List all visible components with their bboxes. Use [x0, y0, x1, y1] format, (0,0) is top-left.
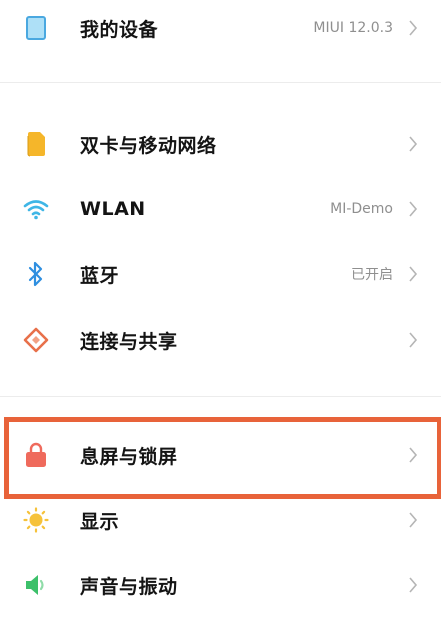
settings-item-bluetooth[interactable]: 蓝牙 已开启	[0, 246, 441, 302]
sim-card-icon	[22, 130, 50, 158]
chevron-right-icon	[405, 134, 421, 154]
settings-item-lock-screen[interactable]: 息屏与锁屏	[0, 427, 441, 483]
section-divider	[0, 396, 441, 397]
settings-item-label: 连接与共享	[80, 330, 178, 353]
settings-item-label: 我的设备	[80, 18, 159, 41]
settings-item-label: 双卡与移动网络	[80, 134, 217, 157]
settings-item-label: 显示	[80, 510, 120, 533]
chevron-right-icon	[405, 510, 421, 530]
sun-icon	[22, 506, 50, 534]
settings-item-label: 声音与振动	[80, 575, 178, 598]
chevron-right-icon	[405, 18, 421, 38]
settings-item-sim-network[interactable]: 双卡与移动网络	[0, 116, 441, 172]
wifi-icon	[22, 195, 50, 223]
settings-item-value: MI-Demo	[330, 201, 393, 217]
speaker-icon	[22, 571, 50, 599]
device-icon	[22, 14, 50, 42]
section-divider	[0, 82, 441, 83]
settings-item-wlan[interactable]: WLAN MI-Demo	[0, 181, 441, 237]
connection-share-icon	[22, 326, 50, 354]
chevron-right-icon	[405, 330, 421, 350]
chevron-right-icon	[405, 199, 421, 219]
settings-item-value: MIUI 12.0.3	[313, 20, 393, 36]
settings-item-value: 已开启	[351, 267, 393, 283]
settings-item-label: 息屏与锁屏	[80, 445, 178, 468]
settings-item-my-device[interactable]: 我的设备 MIUI 12.0.3	[0, 0, 441, 56]
chevron-right-icon	[405, 575, 421, 595]
settings-item-display[interactable]: 显示	[0, 492, 441, 548]
settings-item-connection-sharing[interactable]: 连接与共享	[0, 312, 441, 368]
chevron-right-icon	[405, 264, 421, 284]
settings-item-label: 蓝牙	[80, 264, 120, 287]
settings-item-sound-vibration[interactable]: 声音与振动	[0, 557, 441, 613]
settings-item-label: WLAN	[80, 198, 146, 220]
chevron-right-icon	[405, 445, 421, 465]
lock-icon	[22, 441, 50, 469]
bluetooth-icon	[22, 260, 50, 288]
